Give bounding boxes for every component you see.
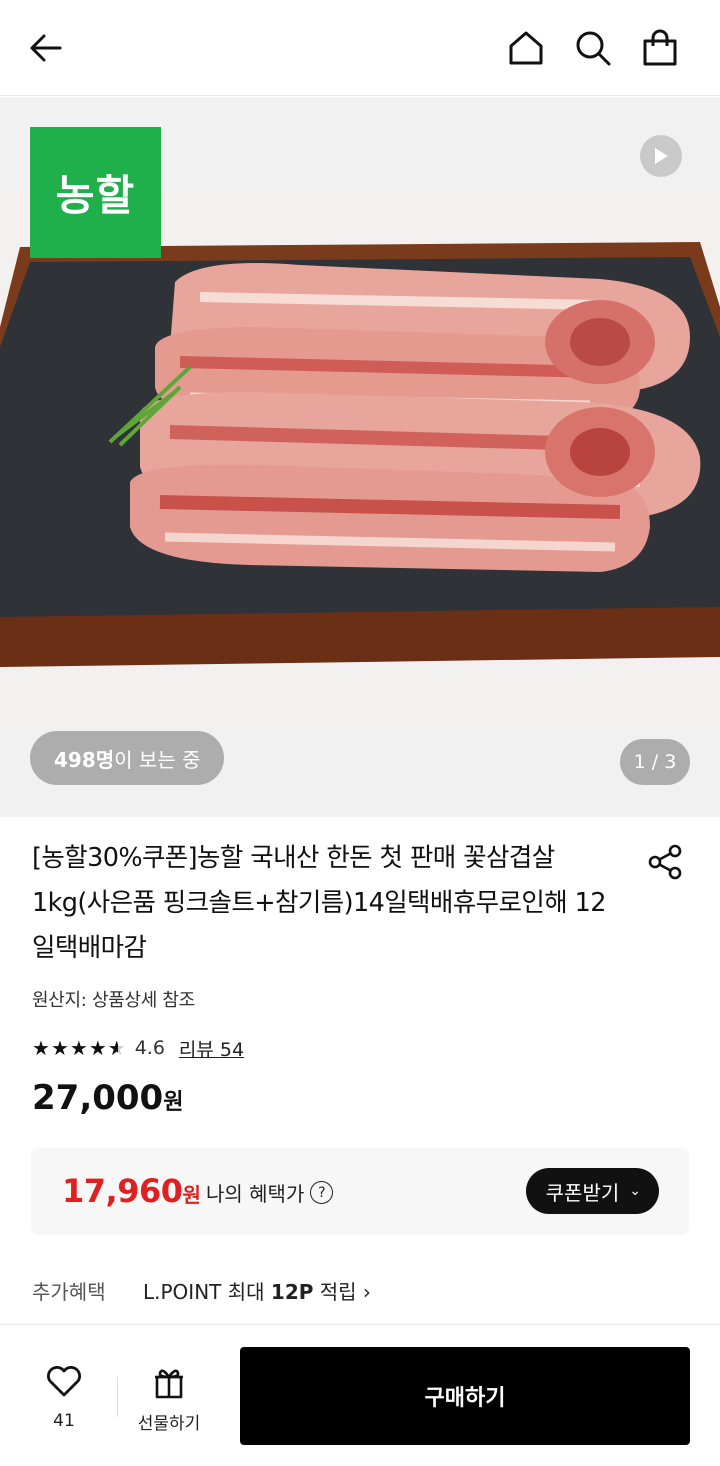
viewers-count: 498명 [54, 747, 115, 772]
cart-button[interactable] [638, 26, 682, 70]
benefit-label: 나의 혜택가 ? [206, 1178, 334, 1207]
gift-label: 선물하기 [137, 1414, 201, 1434]
bottom-action-bar: 41 선물하기 구매하기 [0, 1324, 720, 1466]
arrow-left-icon [30, 34, 62, 62]
lpoint-benefit-link[interactable]: L.POINT 최대 12P 적립 › [143, 1276, 371, 1305]
product-image-carousel[interactable]: 농할 498명 이 보는 중 1 / 3 [0, 97, 720, 817]
extra-benefit-label: 추가혜택 [32, 1280, 106, 1304]
benefit-price: 17,960원 [62, 1172, 201, 1210]
search-button[interactable] [571, 26, 615, 70]
divider [117, 1377, 118, 1417]
like-button[interactable]: 41 [38, 1361, 90, 1431]
home-button[interactable] [504, 26, 548, 70]
benefit-price-value: 17,960 [62, 1172, 183, 1210]
star-icon: ★ [69, 1036, 88, 1060]
brand-logo-text: 농할 [55, 171, 136, 220]
top-header [0, 0, 720, 96]
rating-row: ★ ★ ★ ★ ★ 4.6 리뷰 54 [32, 1033, 244, 1063]
origin-info: 원산지: 상품상세 참조 [32, 990, 195, 1011]
benefit-label-text: 나의 혜택가 [206, 1182, 305, 1206]
price-value: 27,000 [32, 1078, 164, 1118]
play-icon [655, 148, 668, 164]
product-title: [농할30%쿠폰]농할 국내산 한돈 첫 판매 꽃삼겹살1kg(사은품 핑크솔트… [32, 843, 606, 963]
benefit-price-box: 17,960원 나의 혜택가 ? 쿠폰받기 ⌄ [31, 1148, 689, 1235]
chevron-down-icon: ⌄ [629, 1183, 641, 1199]
lpoint-suffix: 적립 › [313, 1280, 371, 1304]
gift-button[interactable]: 선물하기 [130, 1365, 208, 1434]
search-icon [576, 31, 611, 66]
lpoint-prefix: L.POINT 최대 [143, 1280, 271, 1304]
viewers-badge: 498명 이 보는 중 [30, 731, 225, 785]
coupon-button-label: 쿠폰받기 [545, 1180, 620, 1205]
image-pager: 1 / 3 [620, 739, 690, 785]
review-link[interactable]: 리뷰 54 [179, 1035, 244, 1062]
product-photo [0, 187, 720, 727]
rating-stars: ★ ★ ★ ★ ★ [32, 1038, 127, 1058]
brand-logo: 농할 [30, 127, 161, 258]
heart-icon [47, 1366, 81, 1397]
lpoint-points: 12P [270, 1280, 314, 1304]
star-icon: ★ [50, 1036, 69, 1060]
get-coupon-button[interactable]: 쿠폰받기 ⌄ [525, 1168, 659, 1214]
home-icon [509, 31, 543, 65]
star-icon: ★ [32, 1036, 50, 1060]
viewers-suffix: 이 보는 중 [114, 747, 201, 772]
shopping-bag-icon [643, 29, 677, 66]
like-count: 41 [53, 1411, 75, 1431]
benefit-price-unit: 원 [182, 1183, 201, 1207]
buy-button[interactable]: 구매하기 [240, 1347, 690, 1445]
gift-icon [155, 1369, 183, 1399]
rating-value: 4.6 [134, 1037, 165, 1059]
half-star-icon: ★ [107, 1036, 126, 1060]
play-video-button[interactable] [640, 135, 682, 177]
original-price: 27,000원 [32, 1078, 183, 1118]
star-icon: ★ [88, 1036, 107, 1060]
back-button[interactable] [24, 26, 68, 70]
price-unit: 원 [163, 1090, 184, 1115]
share-icon [648, 844, 682, 880]
share-button[interactable] [646, 842, 686, 882]
question-circle-icon[interactable]: ? [310, 1181, 334, 1204]
